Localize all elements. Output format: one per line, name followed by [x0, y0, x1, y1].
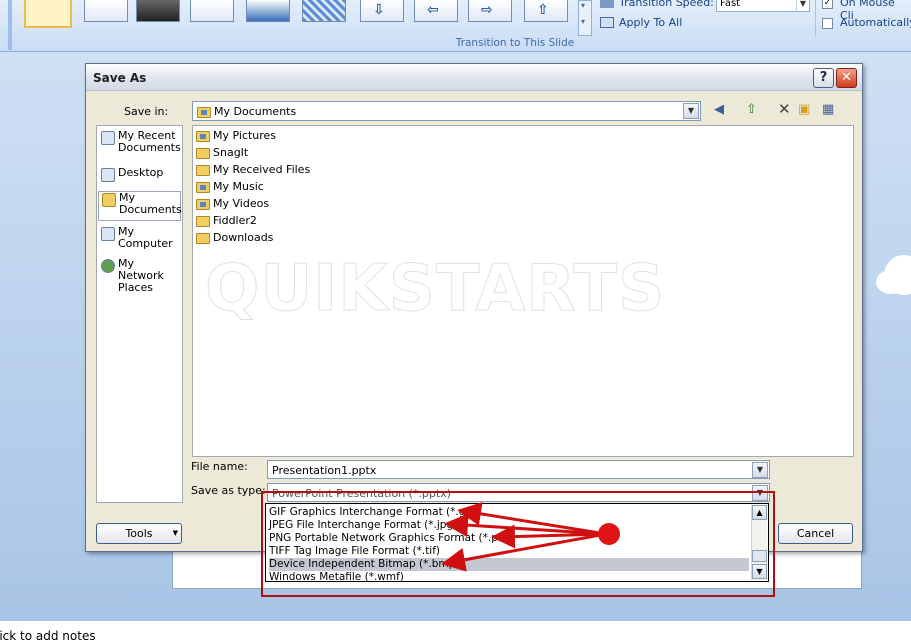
annotation-arrows — [441, 502, 620, 572]
annotation-dot — [598, 523, 620, 545]
arrow-to-bmp — [441, 532, 607, 572]
